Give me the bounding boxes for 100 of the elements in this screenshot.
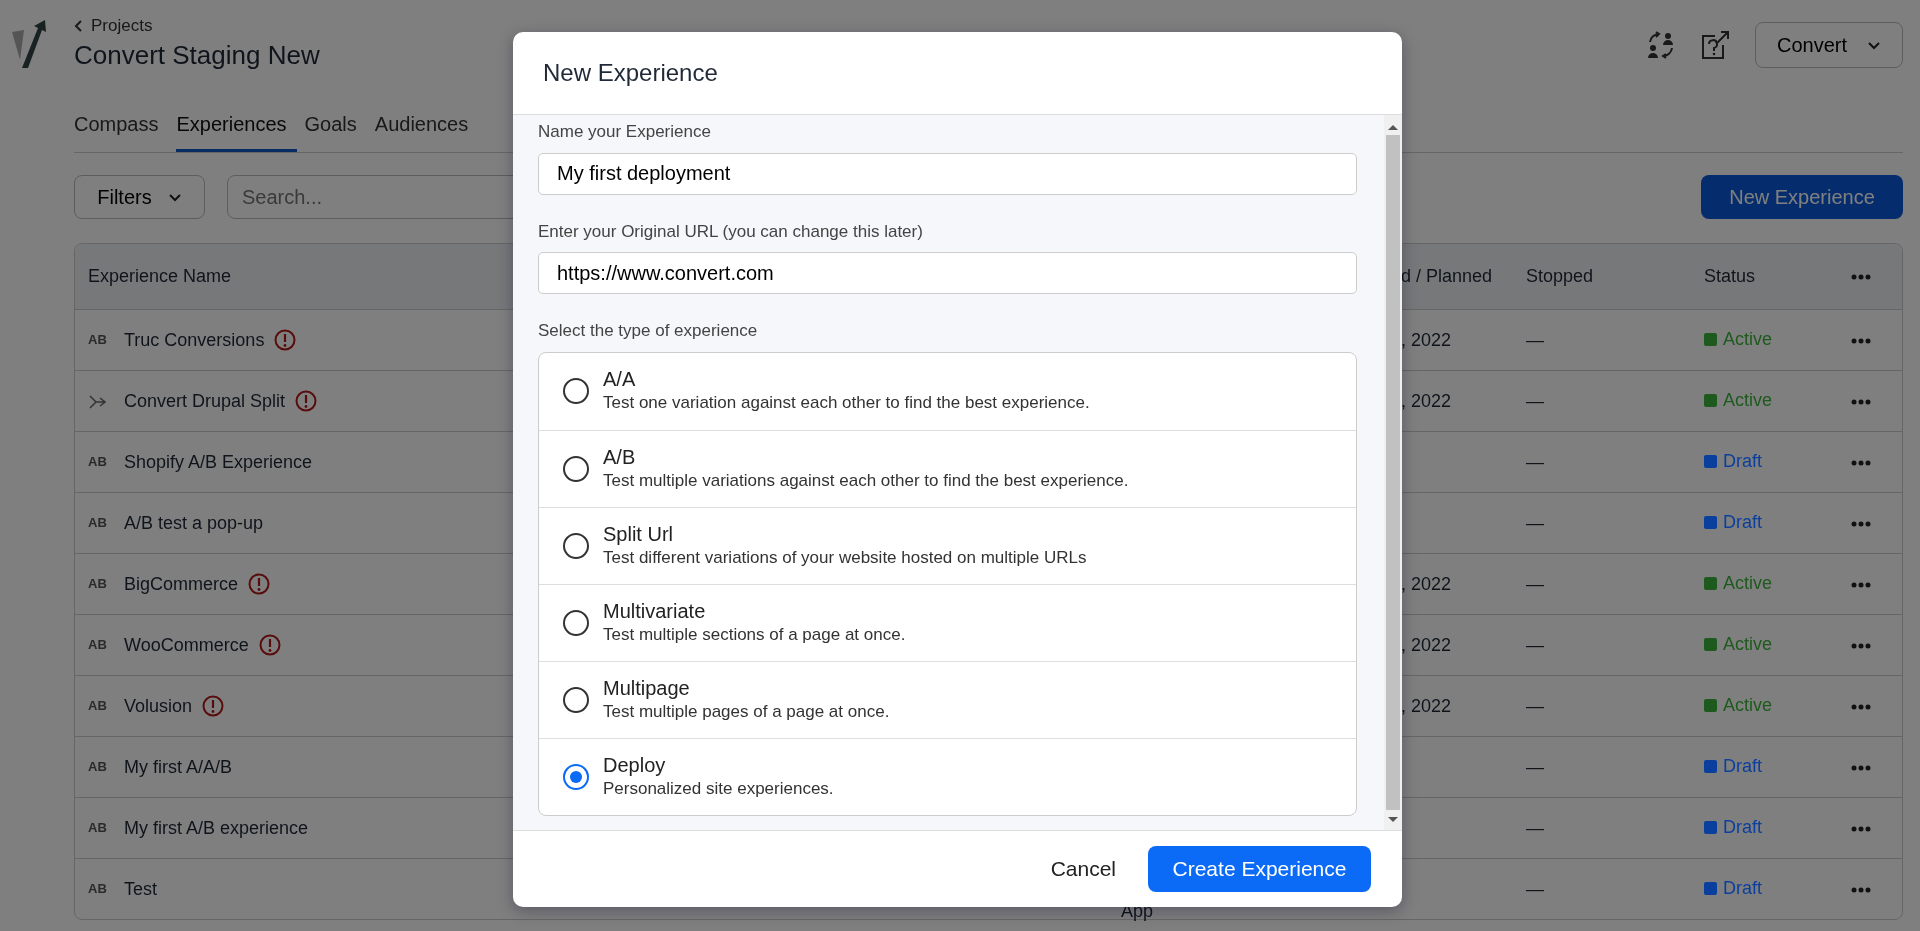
option-title: Multipage (603, 675, 691, 700)
scroll-down-icon[interactable] (1387, 816, 1399, 824)
tab[interactable]: Experiences (176, 109, 297, 152)
type-option[interactable]: A/B Test multiple variations against each other to find the best experience. (539, 429, 1356, 507)
back-link[interactable]: Projects (74, 16, 153, 37)
option-title: Deploy (603, 752, 667, 777)
cancel-button[interactable]: Cancel (1044, 852, 1122, 886)
more-icon[interactable] (1851, 703, 1871, 710)
column-header: Stopped (1526, 266, 1594, 286)
option-description: Test one variation against each other to find the best experience. (603, 392, 1090, 415)
account-menu[interactable]: Convert (1755, 22, 1903, 68)
tab[interactable]: Audiences (374, 109, 479, 152)
stopped-cell: — (1526, 878, 1544, 899)
switch-user-icon[interactable] (1647, 31, 1675, 59)
new-experience-button[interactable]: New Experience (1701, 175, 1903, 219)
date-cell: , 2022 (1401, 695, 1452, 716)
more-icon[interactable] (1851, 581, 1871, 588)
more-icon[interactable] (1851, 886, 1871, 893)
type-option[interactable]: Multipage Test multiple pages of a page at once. (539, 660, 1356, 738)
option-description: Test multiple sections of a page at once. (603, 623, 906, 646)
type-option[interactable]: Multivariate Test multiple sections of a page at once. (539, 583, 1356, 661)
radio-button[interactable] (563, 686, 589, 713)
status-label: Active (1723, 633, 1773, 656)
option-title: Multivariate (603, 598, 707, 623)
radio-button[interactable] (563, 609, 589, 636)
field-label: Select the type of experience (538, 320, 759, 342)
filters-button[interactable]: Filters (74, 175, 205, 219)
more-icon[interactable] (1851, 825, 1871, 832)
more-icon[interactable] (1851, 520, 1871, 527)
scroll-up-icon[interactable] (1387, 123, 1399, 131)
stopped-cell: — (1526, 817, 1544, 838)
status-label: Draft (1723, 450, 1762, 473)
type-label: AB (88, 758, 108, 777)
more-icon[interactable] (1851, 459, 1871, 466)
field-label: Name your Experience (538, 121, 712, 143)
more-icon[interactable] (1851, 642, 1871, 649)
input-field[interactable]: https://www.convert.com (538, 252, 1357, 294)
option-description: Test different variations of your website hosted on multiple URLs (603, 546, 1087, 569)
experience-name[interactable]: My first A/A/B (124, 753, 233, 781)
split-icon (88, 393, 106, 410)
chevron-down-icon (167, 192, 182, 202)
option-description: Personalized site experiences. (603, 777, 834, 800)
stopped-cell: — (1526, 451, 1544, 472)
tab[interactable]: Goals (304, 109, 367, 152)
type-label: AB (88, 880, 108, 899)
more-icon[interactable] (1851, 764, 1871, 771)
project-title: Convert Staging New (74, 40, 320, 72)
option-description: Test multiple variations against each other to find the best experience. (603, 469, 1129, 492)
stopped-cell: — (1526, 573, 1544, 594)
type-label: AB (88, 819, 108, 838)
type-option[interactable]: Split Url Test different variations of your website hosted on multiple URLs (539, 506, 1356, 584)
status-label: Active (1723, 328, 1773, 351)
column-header: Experience Name (88, 265, 232, 288)
column-header: Status (1704, 266, 1756, 286)
scrollbar[interactable] (1384, 115, 1402, 830)
experience-name[interactable]: Convert Drupal Split (124, 387, 286, 415)
chevron-down-icon (1867, 40, 1881, 50)
experience-name[interactable]: Volusion (124, 692, 193, 720)
type-option[interactable]: A/A Test one variation against each other to find the best experience. (539, 352, 1356, 430)
type-label: AB (88, 575, 108, 594)
option-title: Split Url (603, 521, 674, 546)
status-label: Draft (1723, 816, 1762, 839)
input-field[interactable]: My first deployment (538, 152, 1357, 195)
radio-button[interactable] (563, 455, 589, 482)
date-cell: , 2022 (1401, 573, 1452, 594)
more-icon[interactable] (1851, 274, 1871, 281)
column-header: d / Planned (1401, 266, 1493, 286)
experience-name[interactable]: BigCommerce (124, 570, 239, 598)
stopped-cell: — (1526, 329, 1544, 350)
experience-name[interactable]: Shopify A/B Experience (124, 448, 313, 476)
status-label: Draft (1723, 511, 1762, 534)
tab[interactable]: Compass (74, 109, 169, 152)
stopped-cell: — (1526, 634, 1544, 655)
radio-button[interactable] (563, 532, 589, 559)
create-experience-button[interactable]: Create Experience (1148, 846, 1371, 892)
experience-name[interactable]: My first A/B experience (124, 814, 309, 842)
type-label: AB (88, 514, 108, 533)
type-option[interactable]: Deploy Personalized site experiences. (539, 737, 1356, 815)
status-label: Active (1723, 572, 1773, 595)
logo-icon (12, 20, 48, 70)
type-label: AB (88, 453, 108, 472)
experience-name[interactable]: WooCommerce (124, 631, 249, 659)
option-description: Test multiple pages of a page at once. (603, 700, 890, 723)
stopped-cell: — (1526, 756, 1544, 777)
more-icon[interactable] (1851, 398, 1871, 405)
experience-name[interactable]: Truc Conversions (124, 326, 265, 354)
radio-button[interactable] (563, 763, 589, 790)
experience-name[interactable]: Test (124, 875, 157, 903)
experience-name[interactable]: A/B test a pop-up (124, 509, 264, 537)
date-cell: , 2022 (1401, 390, 1452, 411)
field-label: Enter your Original URL (you can change this later) (538, 220, 924, 243)
type-label: AB (88, 331, 108, 350)
status-label: Draft (1723, 877, 1762, 900)
status-label: Active (1723, 694, 1773, 717)
date-cell: , 2022 (1401, 634, 1452, 655)
more-icon[interactable] (1851, 337, 1871, 344)
status-label: Draft (1723, 755, 1762, 778)
radio-button[interactable] (563, 378, 589, 404)
help-icon[interactable] (1701, 31, 1729, 59)
chevron-left-icon (74, 19, 83, 34)
